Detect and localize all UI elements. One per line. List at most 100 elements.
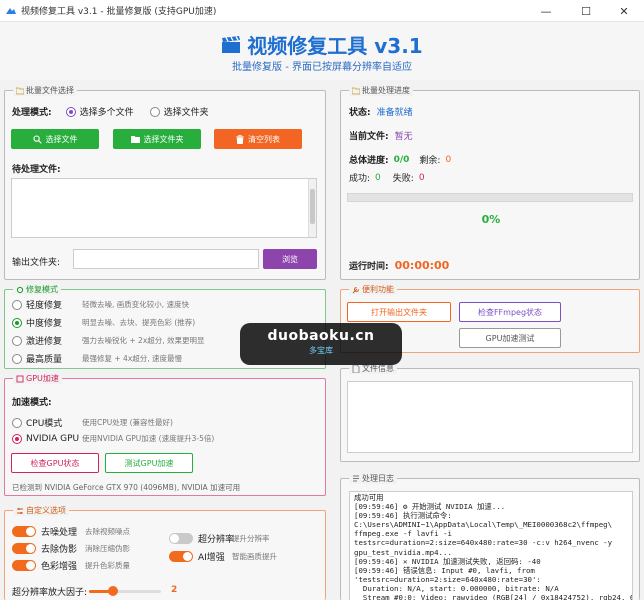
progress-title: 批量处理进度 — [349, 85, 413, 96]
ai-enhance-toggle[interactable] — [169, 551, 193, 562]
scale-factor-slider[interactable] — [89, 586, 161, 596]
trash-icon — [236, 134, 244, 144]
super-resolution-toggle[interactable] — [169, 533, 193, 544]
mode-option-folder[interactable]: 选择文件夹 — [164, 105, 209, 118]
search-icon — [32, 134, 42, 144]
runtime-label: 运行时间: — [349, 262, 389, 272]
log-icon — [353, 475, 359, 481]
test-gpu-button[interactable]: 测试GPU加速 — [105, 453, 193, 473]
total-value: 0/0 — [393, 154, 410, 165]
toggle-desc: 智能画质提升 — [232, 552, 277, 561]
clear-list-button[interactable]: 清空列表 — [214, 129, 302, 149]
progress-panel: 批量处理进度 状态: 准备就绪 当前文件: 暂无 总体进度: 0/0 剩余: 0… — [340, 85, 640, 280]
gpu-radio-nvidia[interactable] — [12, 433, 22, 444]
repair-radio-medium[interactable] — [12, 317, 22, 328]
tools-title: 便利功能 — [349, 284, 397, 295]
repair-option-light[interactable]: 轻度修复 轻微去噪, 画质变化较小, 速度快 — [12, 298, 189, 311]
repair-option-name[interactable]: 激进修复 — [26, 334, 82, 347]
select-files-button[interactable]: 选择文件 — [11, 129, 99, 149]
watermark-domain: duobaoku.cn — [267, 328, 375, 344]
toggle-name: AI增强 — [198, 553, 225, 563]
mode-option-multi[interactable]: 选择多个文件 — [80, 105, 134, 118]
total-progress-bar — [347, 193, 633, 202]
gpu-option-cpu[interactable]: CPU模式 使用CPU处理 (兼容性最好) — [12, 416, 173, 429]
header-title: 视频修复工具 v3.1 — [247, 34, 423, 58]
runtime-value: 00:00:00 — [394, 259, 450, 272]
maximize-button[interactable]: ☐ — [566, 0, 606, 22]
fail-value: 0 — [418, 172, 425, 183]
toggle-ai-enhance[interactable]: AI增强 智能画质提升 — [169, 550, 277, 563]
current-file-label: 当前文件: — [349, 132, 389, 142]
repair-option-desc: 明显去噪、去块、提亮色彩 (推荐) — [82, 318, 196, 327]
scale-factor-value: 2 — [171, 585, 178, 595]
repair-radio-max[interactable] — [12, 353, 22, 364]
select-folder-button[interactable]: 选择文件夹 — [113, 129, 201, 149]
gpu-detected-text: 已检测到 NVIDIA GeForce GTX 970 (4096MB), NV… — [12, 483, 241, 492]
artifact-toggle[interactable] — [12, 543, 36, 554]
gpu-title: GPU加速 — [13, 373, 62, 384]
repair-radio-light[interactable] — [12, 299, 22, 310]
mode-radio-folder[interactable] — [149, 106, 160, 117]
log-line: C:\Users\ADMINI~1\AppData\Local\Temp\_ME… — [354, 520, 613, 530]
denoise-toggle[interactable] — [12, 526, 36, 537]
repair-radio-aggressive[interactable] — [12, 335, 22, 346]
mode-label: 处理模式: — [12, 108, 52, 118]
progress-percent: 0% — [481, 213, 501, 226]
output-label: 输出文件夹: — [12, 258, 61, 268]
color-enhance-toggle[interactable] — [12, 560, 36, 571]
pending-file-list[interactable] — [11, 178, 317, 238]
toggle-artifact[interactable]: 去除伪影 消除压缩伪影 — [12, 542, 130, 555]
total-progress-row: 总体进度: 0/0 剩余: 0 — [349, 153, 452, 167]
gpu-option-nvidia[interactable]: NVIDIA GPU 使用NVIDIA GPU加速 (速度提升3-5倍) — [12, 433, 214, 444]
repair-option-name[interactable]: 轻度修复 — [26, 298, 82, 311]
toggle-super-resolution[interactable]: 超分辨率 提升分辨率 — [169, 532, 270, 545]
pending-list-scrollbar[interactable] — [308, 179, 316, 237]
log-line: [09:59:46] 执行测试命令: — [354, 511, 452, 521]
open-output-folder-button[interactable]: 打开输出文件夹 — [347, 302, 451, 322]
repair-option-medium[interactable]: 中度修复 明显去噪、去块、提亮色彩 (推荐) — [12, 316, 195, 329]
remaining-value: 0 — [445, 154, 452, 165]
repair-option-max[interactable]: 最高质量 最强修复 + 4x超分, 速度最慢 — [12, 352, 182, 365]
log-line: [09:59:46] ⚙ 开始测试 NVIDIA 加速... — [354, 502, 506, 512]
repair-option-name[interactable]: 中度修复 — [26, 316, 82, 329]
repair-mode-title: 修复模式 — [13, 284, 61, 295]
document-icon — [352, 364, 360, 373]
custom-options-panel: 自定义选项 去噪处理 去除视频噪点 去除伪影 消除压缩伪影 色彩增强 提升色彩质… — [4, 505, 326, 600]
minimize-button[interactable]: — — [526, 0, 566, 22]
window-title: 视频修复工具 v3.1 - 批量修复版 (支持GPU加速) — [21, 7, 217, 17]
toggle-color[interactable]: 色彩增强 提升色彩质量 — [12, 559, 130, 572]
pending-label: 待处理文件: — [12, 165, 61, 175]
folder-icon — [130, 136, 140, 143]
fail-label: 失败: — [392, 174, 414, 184]
gpu-radio-cpu[interactable] — [12, 417, 22, 428]
browse-button[interactable]: 浏览 — [263, 249, 317, 269]
gpu-panel: GPU加速 加速模式: CPU模式 使用CPU处理 (兼容性最好) NVIDIA… — [4, 373, 326, 496]
log-output[interactable]: 成功可用 [09:59:46] ⚙ 开始测试 NVIDIA 加速... [09:59… — [349, 491, 633, 600]
current-file-value: 暂无 — [394, 132, 413, 142]
gpu-option-name[interactable]: NVIDIA GPU — [26, 434, 82, 444]
log-title: 处理日志 — [349, 473, 397, 484]
log-line: gpu_test_nvidia.mp4... — [354, 547, 452, 557]
output-folder-input[interactable] — [73, 249, 259, 269]
gpu-test-button[interactable]: GPU加速测试 — [459, 328, 561, 348]
check-ffmpeg-button[interactable]: 检查FFmpeg状态 — [459, 302, 561, 322]
scrollbar-thumb[interactable] — [310, 189, 315, 224]
toggle-denoise[interactable]: 去噪处理 去除视频噪点 — [12, 525, 130, 538]
scale-factor-label: 超分辨率放大因子: — [12, 588, 88, 598]
repair-option-name[interactable]: 最高质量 — [26, 352, 82, 365]
slider-knob[interactable] — [108, 586, 118, 596]
gpu-mode-label-row: 加速模式: — [12, 395, 52, 408]
batch-select-panel: 批量文件选择 处理模式: 选择多个文件 选择文件夹 选择文件 选择文件夹 清空列… — [4, 85, 326, 280]
repair-option-aggressive[interactable]: 激进修复 强力去噪锐化 + 2x超分, 效果更明显 — [12, 334, 205, 347]
gpu-option-name[interactable]: CPU模式 — [26, 416, 82, 429]
gpu-option-desc: 使用CPU处理 (兼容性最好) — [82, 418, 173, 427]
close-button[interactable]: ✕ — [604, 0, 644, 22]
check-gpu-status-button[interactable]: 检查GPU状态 — [11, 453, 99, 473]
total-label: 总体进度: — [349, 156, 389, 166]
folder-icon — [352, 87, 360, 94]
batch-select-title: 批量文件选择 — [13, 85, 77, 96]
mode-radio-multi[interactable] — [65, 106, 76, 117]
header-subtitle: 批量修复版 - 界面已按屏幕分辨率自适应 — [232, 62, 412, 73]
mode-row: 处理模式: 选择多个文件 选择文件夹 — [12, 105, 209, 118]
toggle-desc: 提升色彩质量 — [85, 561, 130, 570]
